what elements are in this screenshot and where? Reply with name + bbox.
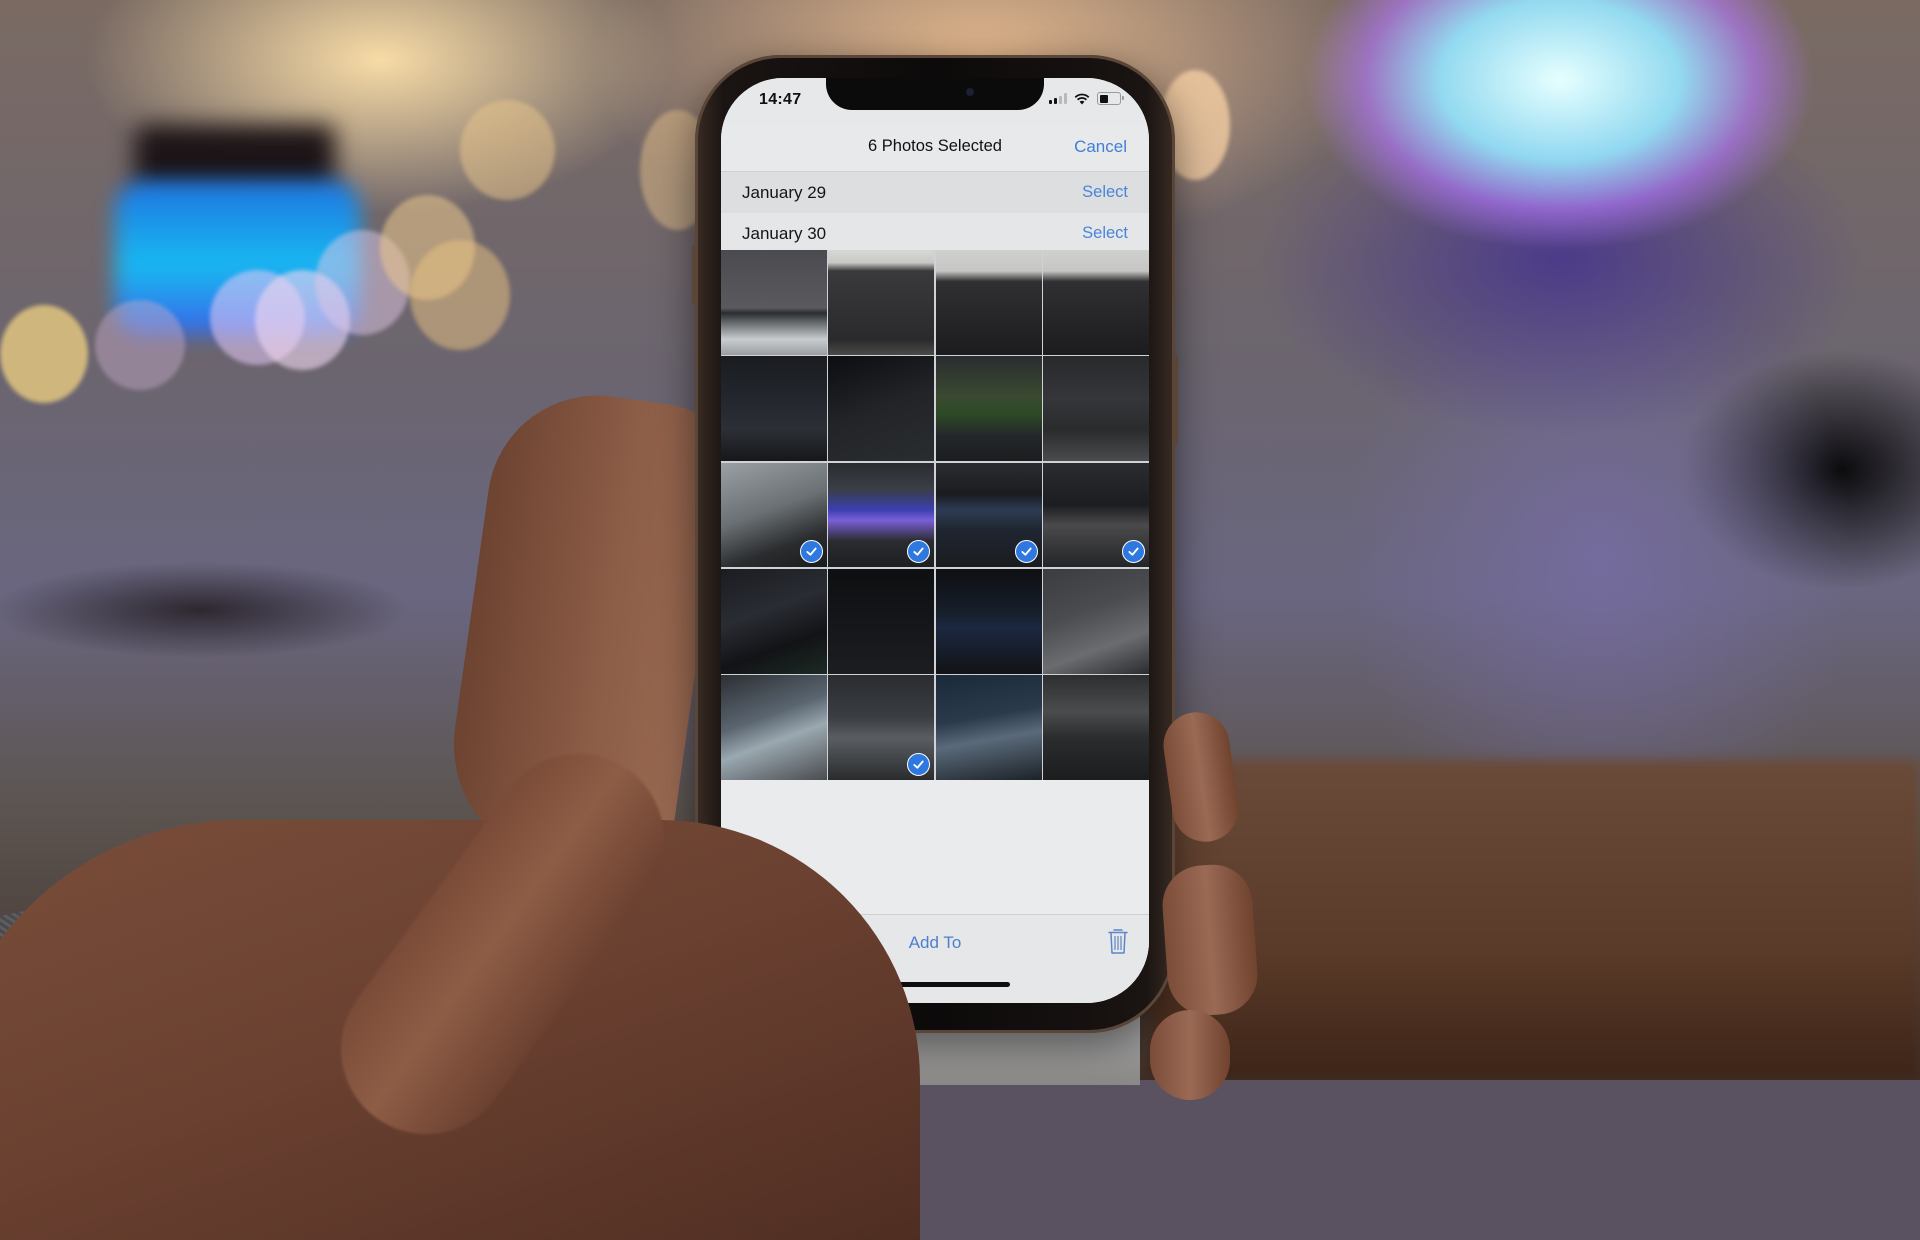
photo-thumbnail[interactable] <box>935 250 1042 355</box>
cancel-button[interactable]: Cancel <box>1074 137 1127 157</box>
section-select-button[interactable]: Select <box>1082 183 1128 202</box>
bokeh-light <box>95 300 185 390</box>
section-date: January 29 <box>742 183 827 202</box>
checkmark-icon <box>1122 540 1145 564</box>
photo-thumbnail[interactable] <box>1043 675 1149 780</box>
wifi-icon <box>1074 93 1090 104</box>
bokeh-light <box>0 305 88 403</box>
checkmark-icon <box>799 540 823 564</box>
side-button <box>1174 355 1178 445</box>
photo-thumbnail[interactable] <box>721 462 827 568</box>
photo-thumbnail[interactable] <box>935 462 1042 568</box>
photo-thumbnail[interactable] <box>935 568 1042 674</box>
photo-thumbnail[interactable] <box>1043 250 1149 355</box>
checkmark-icon <box>907 753 931 776</box>
side-button <box>692 245 696 305</box>
section-date: January 30 <box>742 224 827 243</box>
photo-thumbnail[interactable] <box>828 250 935 355</box>
trash-icon[interactable] <box>1107 927 1129 955</box>
checkmark-icon <box>1014 540 1038 564</box>
photo-thumbnail[interactable] <box>935 356 1042 462</box>
photo-thumbnail[interactable] <box>828 568 935 674</box>
photo-thumbnail[interactable] <box>1043 568 1149 674</box>
photo-thumbnail[interactable] <box>828 675 935 780</box>
navigation-bar: 6 Photos Selected Cancel <box>721 124 1149 172</box>
right-hand-finger <box>1150 1010 1230 1100</box>
checkmark-icon <box>907 540 931 564</box>
battery-icon <box>1097 92 1124 105</box>
status-time: 14:47 <box>759 91 802 108</box>
section-header: January 30 Select <box>721 213 1149 254</box>
bokeh-light <box>410 240 510 350</box>
photo-thumbnail[interactable] <box>1043 356 1149 462</box>
photo-thumbnail[interactable] <box>935 675 1042 780</box>
notch <box>826 78 1044 110</box>
battery-level <box>1099 94 1108 103</box>
wooden-table <box>1150 760 1920 1080</box>
right-hand-finger <box>1159 862 1261 1018</box>
photo-thumbnail[interactable] <box>721 675 827 780</box>
section-header: January 29 Select <box>721 172 1149 213</box>
photo-grid <box>721 250 1149 780</box>
photo-thumbnail[interactable] <box>721 356 827 462</box>
photo-thumbnail[interactable] <box>828 462 935 568</box>
status-icons <box>1049 92 1124 105</box>
photo-thumbnail[interactable] <box>1043 462 1149 568</box>
section-select-button[interactable]: Select <box>1082 224 1128 243</box>
bokeh-light <box>460 100 555 200</box>
photo-thumbnail[interactable] <box>721 568 827 674</box>
cellular-signal-icon <box>1049 93 1067 104</box>
front-camera <box>966 88 974 96</box>
photo-thumbnail[interactable] <box>721 250 827 355</box>
photo-thumbnail[interactable] <box>828 356 935 462</box>
